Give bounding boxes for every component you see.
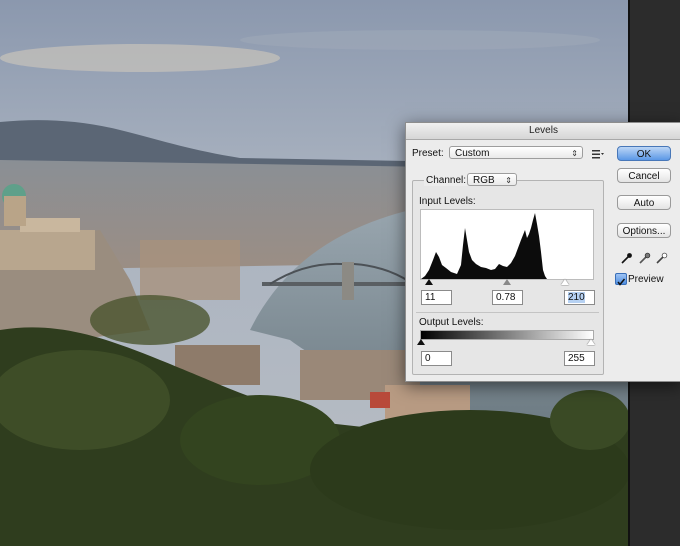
output-black-value: 0 [425, 353, 431, 364]
preset-value: Custom [455, 148, 490, 159]
input-black-field[interactable]: 11 [421, 290, 452, 305]
channel-value: RGB [473, 175, 495, 186]
input-white-value: 210 [568, 292, 585, 303]
white-eyedropper-icon[interactable] [656, 251, 668, 264]
divider [416, 312, 599, 313]
black-eyedropper-icon[interactable] [621, 251, 633, 264]
checkmark-icon [617, 278, 626, 286]
levels-dialog: Levels Preset: Custom ⇕ Channel: RGB ⇕ I… [405, 122, 680, 382]
histogram [420, 209, 594, 280]
ok-button[interactable]: OK [617, 146, 671, 161]
input-white-slider[interactable] [561, 279, 569, 285]
channel-label: Channel: [424, 175, 469, 186]
preview-label: Preview [628, 274, 664, 285]
input-slider-track[interactable] [420, 279, 592, 287]
select-arrows-icon: ⇕ [505, 176, 512, 185]
output-white-value: 255 [568, 353, 585, 364]
auto-button[interactable]: Auto [617, 195, 671, 210]
dialog-title: Levels [406, 123, 680, 140]
input-levels-label: Input Levels: [419, 196, 476, 207]
preview-checkbox[interactable] [615, 273, 627, 286]
output-black-field[interactable]: 0 [421, 351, 452, 366]
input-gamma-value: 0.78 [496, 292, 516, 303]
preset-select[interactable]: Custom ⇕ [449, 146, 583, 159]
preset-menu-icon[interactable] [592, 147, 604, 159]
output-black-slider[interactable] [417, 339, 425, 345]
cancel-button[interactable]: Cancel [617, 168, 671, 183]
select-arrows-icon: ⇕ [571, 149, 578, 158]
channel-select[interactable]: RGB ⇕ [467, 173, 517, 186]
histogram-graph [421, 213, 547, 279]
input-black-slider[interactable] [425, 279, 433, 285]
input-gamma-field[interactable]: 0.78 [492, 290, 523, 305]
input-gamma-slider[interactable] [503, 279, 511, 285]
gray-eyedropper-icon[interactable] [639, 251, 651, 264]
output-levels-label: Output Levels: [419, 317, 484, 328]
input-black-value: 11 [425, 292, 436, 303]
input-white-field[interactable]: 210 [564, 290, 595, 305]
output-white-field[interactable]: 255 [564, 351, 595, 366]
options-button[interactable]: Options... [617, 223, 671, 238]
output-slider-track[interactable] [417, 339, 595, 347]
output-white-slider[interactable] [587, 339, 595, 345]
preset-label: Preset: [412, 148, 444, 159]
